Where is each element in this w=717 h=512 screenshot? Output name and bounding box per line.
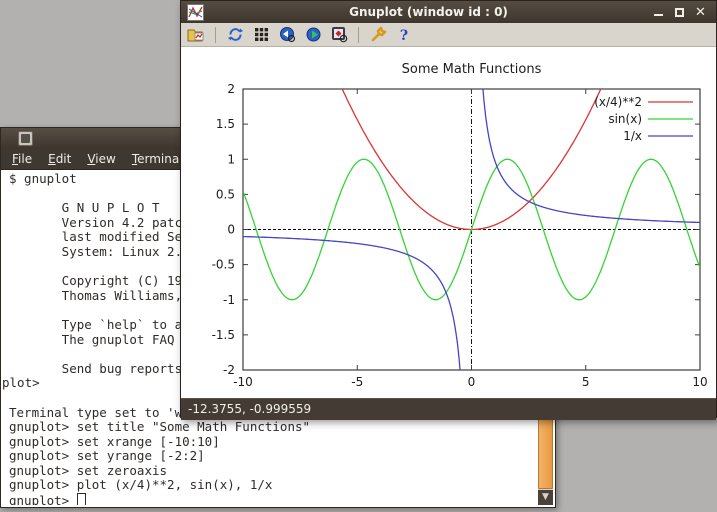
svg-text:10: 10: [692, 375, 707, 389]
desktop-background: FileEditViewTerminalHelp $ gnuplot G N U…: [0, 0, 717, 512]
terminal-line: gnuplot> set xrange [-10:10]: [9, 435, 538, 450]
svg-text:-1.5: -1.5: [212, 328, 235, 342]
svg-text:1.5: 1.5: [216, 117, 235, 131]
svg-text:1: 1: [227, 152, 235, 166]
terminal-line: gnuplot>: [9, 493, 538, 505]
configure-icon[interactable]: [368, 25, 388, 44]
close-button[interactable]: ✕: [695, 7, 706, 18]
svg-text:0: 0: [468, 375, 476, 389]
help-icon[interactable]: ?: [394, 25, 414, 44]
replot-icon[interactable]: [225, 25, 245, 44]
toggle-grid-icon[interactable]: [251, 25, 271, 44]
svg-text:sin(x): sin(x): [608, 112, 642, 126]
menu-item-file[interactable]: File: [5, 150, 39, 168]
autoscale-icon[interactable]: [329, 25, 349, 44]
gnuplot-toolbar: ?: [181, 23, 716, 47]
toolbar-separator: [215, 27, 216, 43]
terminal-app-icon: [18, 131, 33, 146]
math-functions-chart: Some Math Functions-10-50510-2-1.5-1-0.5…: [181, 47, 716, 398]
gnuplot-app-icon: [187, 4, 204, 21]
copy-to-clipboard-icon[interactable]: [186, 25, 206, 44]
svg-text:-5: -5: [351, 375, 363, 389]
gnuplot-statusbar: -12.3755, -0.999559: [181, 398, 716, 420]
window-title: Gnuplot (window id : 0): [204, 5, 653, 19]
gnuplot-window[interactable]: Gnuplot (window id : 0) ✕: [180, 0, 717, 418]
svg-text:-1: -1: [223, 293, 235, 307]
zoom-next-icon[interactable]: [303, 25, 323, 44]
plot-canvas[interactable]: Some Math Functions-10-50510-2-1.5-1-0.5…: [181, 47, 716, 398]
cursor-coordinates: -12.3755, -0.999559: [188, 402, 311, 416]
svg-text:2: 2: [227, 82, 235, 96]
svg-text:5: 5: [582, 375, 590, 389]
svg-text:(x/4)**2: (x/4)**2: [594, 95, 642, 109]
svg-text:-10: -10: [233, 375, 253, 389]
terminal-line: gnuplot> set yrange [-2:2]: [9, 449, 538, 464]
terminal-line: gnuplot> set zeroaxis: [9, 464, 538, 479]
gnuplot-titlebar[interactable]: Gnuplot (window id : 0) ✕: [181, 1, 716, 23]
zoom-previous-icon[interactable]: [277, 25, 297, 44]
toolbar-separator: [358, 27, 359, 43]
svg-text:-0.5: -0.5: [212, 258, 235, 272]
svg-text:0: 0: [227, 223, 235, 237]
svg-text:0.5: 0.5: [216, 187, 235, 201]
terminal-cursor: [77, 493, 86, 505]
terminal-line: gnuplot> set title "Some Math Functions": [9, 420, 538, 435]
scrollbar-down-arrow-icon[interactable]: ▼: [538, 490, 553, 505]
maximize-button[interactable]: [674, 7, 685, 18]
minimize-button[interactable]: [653, 7, 664, 18]
menu-item-edit[interactable]: Edit: [41, 150, 78, 168]
svg-text:Some Math Functions: Some Math Functions: [402, 62, 542, 77]
svg-text:-2: -2: [223, 363, 235, 377]
svg-text:1/x: 1/x: [623, 129, 642, 143]
terminal-line: gnuplot> plot (x/4)**2, sin(x), 1/x: [9, 478, 538, 493]
svg-text:?: ?: [400, 28, 408, 43]
menu-item-view[interactable]: View: [80, 150, 122, 168]
